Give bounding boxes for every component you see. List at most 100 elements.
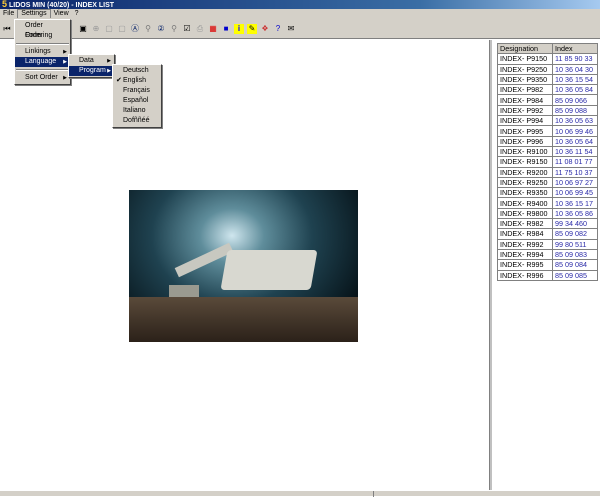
index-cell[interactable]: 10 36 11 54 (552, 145, 598, 158)
index-cell[interactable]: 10 06 99 45 (552, 187, 598, 199)
index-cell[interactable]: 85 09 085 (552, 269, 598, 281)
info-icon[interactable]: i (234, 23, 244, 34)
menu-file[interactable]: File (0, 9, 17, 19)
table-row[interactable]: INDEX- P9350 10 36 15 54 (497, 73, 598, 86)
designation-cell[interactable]: INDEX- P996 (497, 135, 553, 147)
edit-icon[interactable]: ▣ (78, 24, 88, 34)
table-row[interactable]: INDEX- R9250 10 06 97 27 (497, 176, 598, 189)
designation-cell[interactable]: INDEX- P9250 (497, 63, 553, 75)
help-icon[interactable]: ? (273, 24, 283, 34)
blue-square-icon[interactable]: ■ (221, 24, 231, 34)
designation-cell[interactable]: INDEX- R982 (497, 218, 553, 230)
table-row[interactable]: INDEX- R992 99 80 511 (497, 238, 598, 250)
menu-item-program[interactable]: Program ▶ (69, 66, 114, 76)
table-row[interactable]: INDEX- P996 10 36 05 64 (497, 135, 598, 147)
designation-cell[interactable]: INDEX- R995 (497, 259, 553, 271)
designation-cell[interactable]: INDEX- R9150 (497, 156, 553, 168)
designation-cell[interactable]: INDEX- R9200 (497, 166, 553, 178)
page-icon[interactable]: ▢ (104, 24, 114, 34)
page-alt-icon[interactable]: ▢ (117, 24, 127, 34)
index-cell[interactable]: 85 09 088 (552, 104, 598, 117)
designation-cell[interactable]: INDEX- R9350 (497, 187, 553, 199)
index-cell[interactable]: 11 85 90 33 (552, 53, 598, 65)
col-index[interactable]: Index (552, 42, 598, 55)
designation-cell[interactable]: INDEX- P984 (497, 94, 553, 106)
table-row[interactable]: INDEX- R9100 10 36 11 54 (497, 145, 598, 158)
zoom-in-icon[interactable]: ⊕ (91, 24, 101, 34)
designation-cell[interactable]: INDEX- P982 (497, 84, 553, 96)
menu-item-english[interactable]: ✔ English (113, 76, 161, 86)
search-2-icon[interactable]: ② (156, 24, 166, 34)
menu-settings[interactable]: Settings (17, 9, 51, 18)
index-cell[interactable]: 11 08 01 77 (552, 156, 598, 168)
index-cell[interactable]: 85 09 066 (552, 94, 598, 106)
menu-item-espanol[interactable]: Español (113, 96, 161, 106)
table-row[interactable]: INDEX- R994 85 09 083 (497, 248, 598, 261)
menu-item-other-language[interactable]: Dofññéé (113, 116, 161, 126)
designation-cell[interactable]: INDEX- R994 (497, 248, 553, 261)
menu-view[interactable]: View (51, 9, 72, 19)
table-row[interactable]: INDEX- R9350 10 06 99 45 (497, 187, 598, 199)
table-row[interactable]: INDEX- P982 10 36 05 84 (497, 84, 598, 96)
index-cell[interactable]: 85 09 083 (552, 248, 598, 261)
table-row[interactable]: INDEX- P995 10 06 99 46 (497, 125, 598, 137)
designation-cell[interactable]: INDEX- R9400 (497, 197, 553, 209)
table-row[interactable]: INDEX- P984 85 09 066 (497, 94, 598, 106)
designation-cell[interactable]: INDEX- R984 (497, 228, 553, 240)
print-icon[interactable]: ⎙ (195, 24, 205, 34)
search-link-2-icon[interactable]: ⚲ (169, 24, 179, 34)
menu-item-order-form[interactable]: Order Form (15, 21, 70, 39)
table-row[interactable]: INDEX- R984 85 09 082 (497, 228, 598, 240)
mail-icon[interactable]: ✉ (286, 24, 296, 34)
table-row[interactable]: INDEX- P9150 11 85 90 33 (497, 53, 598, 65)
first-icon[interactable]: ⏮ (2, 24, 12, 34)
menu-item-linkings[interactable]: Linkings ▶ (15, 47, 70, 57)
designation-cell[interactable]: INDEX- P994 (497, 115, 553, 127)
index-cell[interactable]: 11 75 10 37 (552, 166, 598, 178)
search-a-icon[interactable]: Ⓐ (130, 24, 140, 34)
pane-splitter[interactable] (489, 40, 492, 490)
index-cell[interactable]: 10 36 04 30 (552, 63, 598, 75)
index-cell[interactable]: 10 36 05 86 (552, 207, 598, 220)
designation-cell[interactable]: INDEX- P992 (497, 104, 553, 117)
index-cell[interactable]: 10 36 15 17 (552, 197, 598, 209)
search-link-icon[interactable]: ⚲ (143, 24, 153, 34)
designation-cell[interactable]: INDEX- R9100 (497, 145, 553, 158)
table-row[interactable]: INDEX- P994 10 36 05 63 (497, 115, 598, 127)
menu-item-sort-order[interactable]: Sort Order ▶ (15, 73, 70, 83)
index-cell[interactable]: 10 06 99 46 (552, 125, 598, 137)
bookmark-icon[interactable]: ❖ (260, 24, 270, 34)
designation-cell[interactable]: INDEX- P9350 (497, 73, 553, 86)
table-row[interactable]: INDEX- R996 85 09 085 (497, 269, 598, 281)
menu-item-data[interactable]: Data ▶ (69, 56, 114, 66)
designation-cell[interactable]: INDEX- P9150 (497, 53, 553, 65)
index-cell[interactable]: 85 09 084 (552, 259, 598, 271)
table-row[interactable]: INDEX- P9250 10 36 04 30 (497, 63, 598, 75)
table-row[interactable]: INDEX- R9150 11 08 01 77 (497, 156, 598, 168)
table-row[interactable]: INDEX- R995 85 09 084 (497, 259, 598, 271)
designation-cell[interactable]: INDEX- R9800 (497, 207, 553, 220)
menu-help[interactable]: ? (72, 9, 82, 19)
table-row[interactable]: INDEX- P992 85 09 088 (497, 104, 598, 117)
index-cell[interactable]: 10 36 05 63 (552, 115, 598, 127)
tools-icon[interactable]: ✎ (247, 23, 257, 34)
index-cell[interactable]: 99 34 460 (552, 218, 598, 230)
menu-item-italiano[interactable]: Italiano (113, 106, 161, 116)
menu-item-ordering[interactable]: Ordering (15, 31, 70, 41)
index-cell[interactable]: 10 06 97 27 (552, 176, 598, 189)
table-row[interactable]: INDEX- R982 99 34 460 (497, 218, 598, 230)
table-row[interactable]: INDEX- R9400 10 36 15 17 (497, 197, 598, 209)
menu-item-deutsch[interactable]: Deutsch (113, 66, 161, 76)
col-designation[interactable]: Designation (497, 42, 553, 55)
table-row[interactable]: INDEX- R9200 11 75 10 37 (497, 166, 598, 178)
index-cell[interactable]: 99 80 511 (552, 238, 598, 250)
designation-cell[interactable]: INDEX- R9250 (497, 176, 553, 189)
menu-item-francais[interactable]: Français (113, 86, 161, 96)
table-row[interactable]: INDEX- R9800 10 36 05 86 (497, 207, 598, 220)
note-icon[interactable]: ☑ (182, 24, 192, 34)
index-cell[interactable]: 10 36 05 64 (552, 135, 598, 147)
menu-item-language[interactable]: Language ▶ (15, 57, 70, 67)
index-cell[interactable]: 10 36 15 54 (552, 73, 598, 86)
designation-cell[interactable]: INDEX- P995 (497, 125, 553, 137)
designation-cell[interactable]: INDEX- R996 (497, 269, 553, 281)
